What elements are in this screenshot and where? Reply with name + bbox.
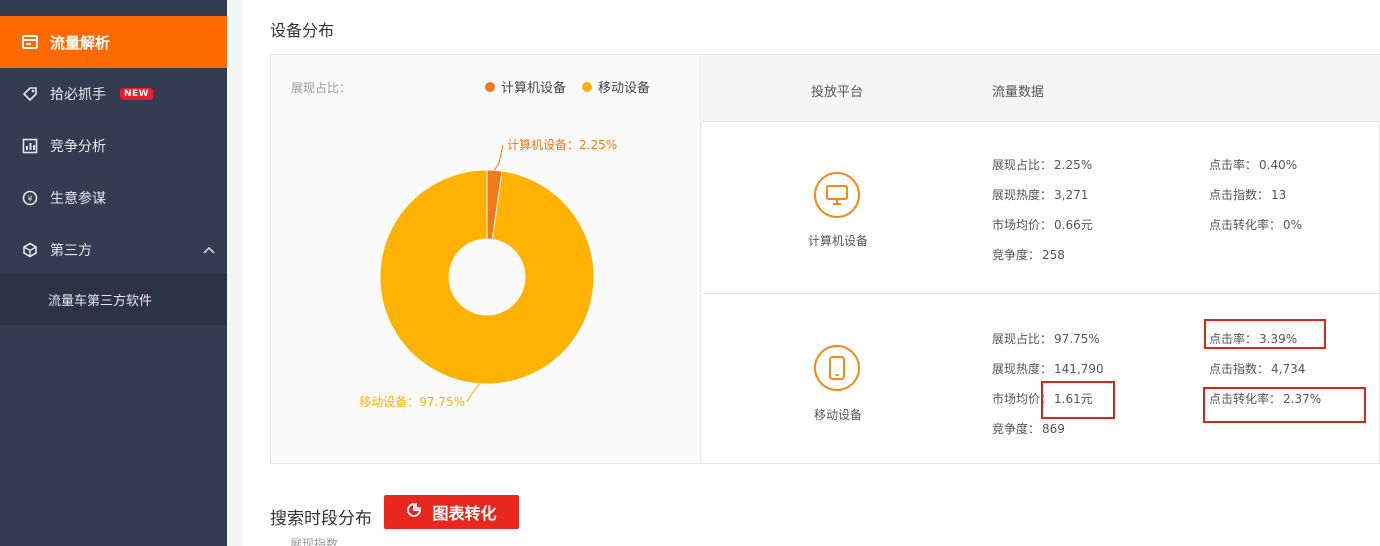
sidebar-item-label: 流量解析: [50, 33, 111, 52]
device-name: 计算机设备: [807, 234, 868, 248]
sidebar-item-traffic-analysis[interactable]: 流量解析: [0, 16, 227, 68]
legend-dot: [582, 81, 593, 92]
tag-icon: [22, 86, 38, 102]
pie-slice[interactable]: [379, 169, 595, 385]
slice-label: 计算机设备：2.25%: [507, 137, 617, 152]
pie-chart-area: 展现占比： 计算机设备 移动设备 计算机设备：2.25% 移动设备：97.75%: [271, 55, 701, 463]
pie-caption: 展现占比：: [291, 81, 352, 95]
table-header: 投放平台 流量数据: [702, 55, 1380, 122]
sidebar: 流量解析 拾必抓手 NEW 竞争分析 ¥ 生意参谋 第三方 流量车第三方软件: [0, 0, 227, 546]
chevron-up-icon[interactable]: [203, 242, 215, 258]
highlight-box: [1204, 319, 1326, 349]
device-name: 移动设备: [813, 408, 862, 422]
card-icon: [22, 34, 38, 50]
new-badge: NEW: [120, 88, 154, 100]
legend-label: 计算机设备: [501, 81, 567, 96]
sidebar-item-label: 生意参谋: [50, 191, 106, 207]
header-platform: 投放平台: [811, 85, 864, 100]
sidebar-item-competition[interactable]: 竞争分析: [0, 120, 227, 172]
device-distribution-panel: 展现占比： 计算机设备 移动设备 计算机设备：2.25% 移动设备：97.75% …: [270, 54, 1380, 464]
stat-item: 展现热度： 3,271: [992, 188, 1089, 202]
leader-line: [494, 144, 504, 171]
partial-caption: 展现指数: [290, 537, 339, 546]
leader-line: [466, 383, 480, 403]
chart-convert-button[interactable]: 图表转化: [384, 495, 519, 529]
stat-item: 点击转化率： 0%: [1209, 218, 1303, 232]
legend-dot: [485, 81, 495, 92]
search-section-title: 搜索时段分布: [270, 509, 372, 529]
stat-item: 竞争度： 258: [992, 248, 1065, 262]
table-row-mobile: 移动设备 展现占比： 97.75% 展现热度： 141,790 市场均价： 1.61元…: [702, 294, 1380, 463]
sidebar-item-label: 第三方: [50, 243, 92, 259]
cube-icon: [22, 242, 38, 258]
sidebar-subitem-third-party-software[interactable]: 流量车第三方软件: [0, 273, 227, 325]
sidebar-item-grabber[interactable]: 拾必抓手 NEW: [0, 68, 227, 120]
chart-legend: 计算机设备 移动设备: [485, 77, 650, 96]
stat-item: 点击指数： 4,734: [1209, 362, 1306, 376]
chart-convert-label: 图表转化: [432, 506, 497, 523]
highlight-box: [1203, 387, 1366, 423]
sidebar-item-label: 拾必抓手: [50, 87, 106, 103]
coin-icon: ¥: [22, 190, 38, 206]
table-row-computer: 计算机设备 展现占比： 2.25% 展现热度： 3,271 市场均价： 0.66元 竞…: [702, 122, 1380, 294]
donut-chart: 计算机设备：2.25% 移动设备：97.75%: [359, 137, 617, 409]
phone-icon: [814, 345, 860, 391]
legend-label: 移动设备: [598, 81, 651, 96]
legend-item-mobile[interactable]: 移动设备: [582, 77, 650, 96]
slice-label: 移动设备：97.75%: [359, 395, 465, 409]
stat-item: 竞争度： 869: [992, 422, 1065, 436]
stat-item: 市场均价： 0.66元: [992, 218, 1093, 232]
stat-item: 展现占比： 2.25%: [992, 158, 1093, 172]
chart-icon: [22, 138, 38, 154]
sidebar-item-label: 竞争分析: [50, 139, 106, 155]
header-traffic-data: 流量数据: [992, 85, 1045, 100]
device-section-title: 设备分布: [270, 21, 335, 40]
monitor-icon: [814, 172, 860, 218]
stat-item: 点击率： 0.40%: [1209, 158, 1298, 172]
sidebar-item-business-advisor[interactable]: ¥ 生意参谋: [0, 172, 227, 224]
stat-item: 展现热度： 141,790: [992, 362, 1104, 376]
device-table: 投放平台 流量数据 计算机设备 展现占比： 2.25% 展现热度： 3,271 市场…: [702, 55, 1380, 463]
sidebar-item-third-party[interactable]: 第三方: [0, 224, 227, 276]
legend-item-computer[interactable]: 计算机设备: [485, 77, 566, 96]
highlight-box: [1041, 381, 1115, 419]
stat-item: 点击指数： 13: [1209, 188, 1287, 202]
chart-convert-icon: [406, 502, 424, 523]
sidebar-gutter: [227, 0, 243, 546]
stat-item: 展现占比： 97.75%: [992, 332, 1100, 346]
svg-text:¥: ¥: [27, 195, 32, 204]
